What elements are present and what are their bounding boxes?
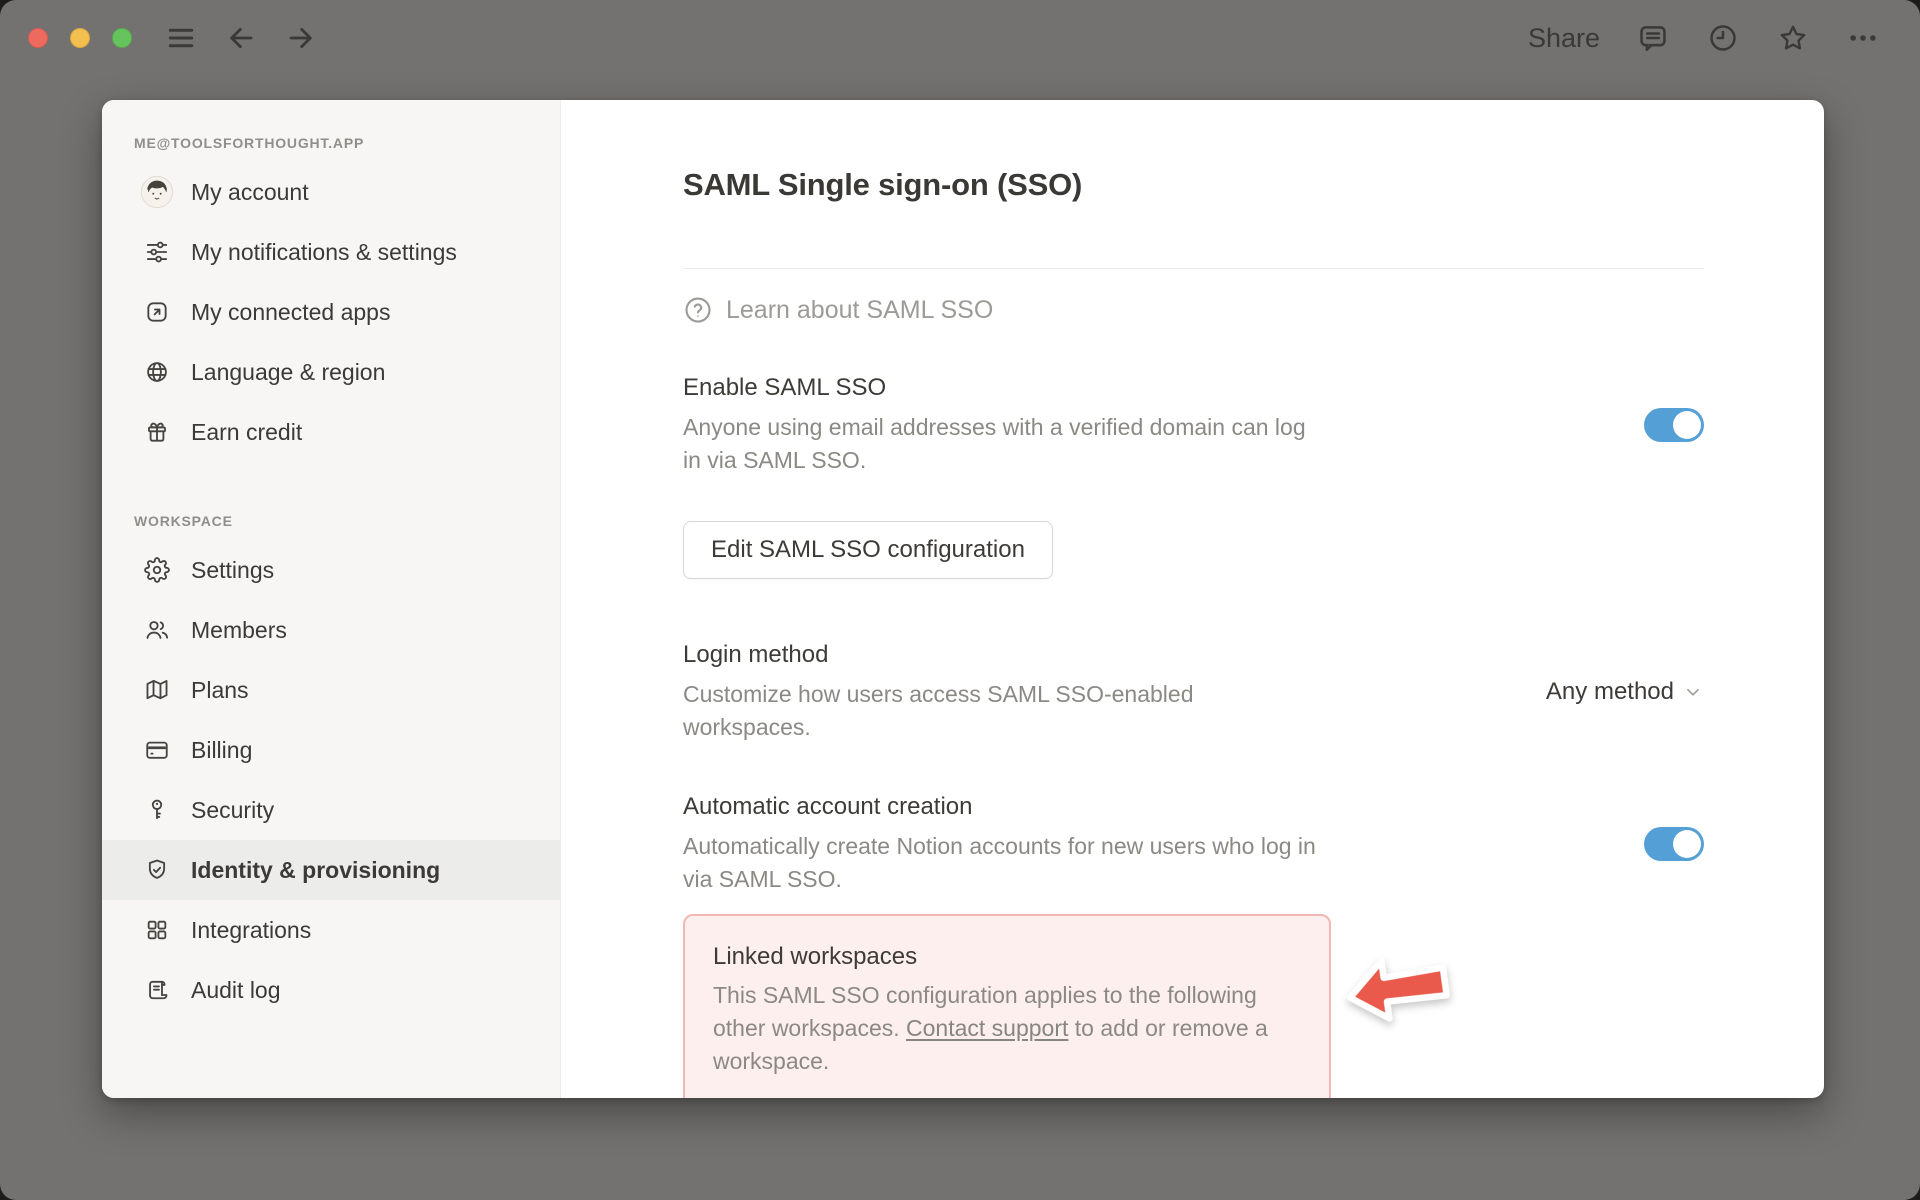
sidebar-item-language-region[interactable]: Language & region	[102, 342, 560, 402]
edit-saml-configuration-button[interactable]: Edit SAML SSO configuration	[683, 521, 1053, 579]
setting-description: Automatically create Notion accounts for…	[683, 833, 1316, 892]
close-window-button[interactable]	[28, 28, 48, 48]
favorite-star-icon[interactable]	[1776, 21, 1810, 55]
enable-saml-sso-toggle[interactable]	[1644, 407, 1704, 442]
hamburger-menu-icon[interactable]	[164, 21, 198, 55]
avatar	[140, 175, 174, 209]
sidebar-item-label: Identity & provisioning	[191, 856, 441, 883]
sidebar-item-my-connected-apps[interactable]: My connected apps	[102, 282, 560, 342]
grid-icon	[140, 913, 174, 947]
sidebar-item-security[interactable]: Security	[102, 780, 560, 840]
traffic-lights	[28, 28, 132, 48]
settings-sidebar: ME@TOOLSFORTHOUGHT.APP My account My noti…	[102, 100, 561, 1098]
setting-description: Anyone using email addresses with a veri…	[683, 414, 1306, 473]
sidebar-item-audit-log[interactable]: Audit log	[102, 960, 560, 1020]
sidebar-item-billing[interactable]: Billing	[102, 720, 560, 780]
sidebar-item-earn-credit[interactable]: Earn credit	[102, 402, 560, 462]
toggle-knob	[1673, 829, 1701, 858]
desktop: Share ME@TOOLSFORTHOUGHT.APP My account M…	[0, 0, 1920, 1200]
sidebar-item-label: Security	[191, 796, 275, 823]
minimize-window-button[interactable]	[70, 28, 90, 48]
question-circle-icon	[685, 297, 711, 323]
external-link-icon	[140, 295, 174, 329]
sliders-icon	[140, 235, 174, 269]
members-icon	[140, 613, 174, 647]
sidebar-item-label: My connected apps	[191, 298, 391, 325]
forward-arrow-icon[interactable]	[284, 21, 318, 55]
automatic-account-creation-toggle[interactable]	[1644, 826, 1704, 861]
sidebar-item-identity-provisioning[interactable]: Identity & provisioning	[102, 840, 560, 900]
gift-icon	[140, 415, 174, 449]
contact-support-link[interactable]: Contact support	[906, 1015, 1068, 1041]
sidebar-item-label: Plans	[191, 676, 249, 703]
toggle-knob	[1673, 410, 1701, 439]
share-button[interactable]: Share	[1528, 23, 1600, 54]
automatic-account-creation-setting: Automatic account creation Automatically…	[683, 791, 1704, 896]
setting-title: Linked workspaces	[713, 943, 918, 970]
enable-saml-sso-setting: Enable SAML SSO Anyone using email addre…	[683, 372, 1704, 477]
sidebar-item-label: Integrations	[191, 916, 312, 943]
back-arrow-icon[interactable]	[224, 21, 258, 55]
sidebar-item-my-account[interactable]: My account	[102, 162, 560, 222]
gear-icon	[140, 553, 174, 587]
sidebar-item-members[interactable]: Members	[102, 600, 560, 660]
audit-log-icon	[140, 973, 174, 1007]
globe-icon	[140, 355, 174, 389]
settings-dialog: ME@TOOLSFORTHOUGHT.APP My account My noti…	[102, 100, 1824, 1098]
sidebar-item-label: Audit log	[191, 976, 281, 1003]
more-options-icon[interactable]	[1846, 21, 1880, 55]
workspace-section-label: WORKSPACE	[134, 513, 233, 529]
chevron-down-icon	[1687, 688, 1699, 696]
sidebar-item-label: Earn credit	[191, 418, 303, 445]
shield-check-icon	[140, 853, 174, 887]
login-method-setting: Login method Customize how users access …	[683, 639, 1704, 744]
setting-title: Login method	[683, 641, 829, 668]
setting-title: Enable SAML SSO	[683, 374, 887, 401]
account-section-label: ME@TOOLSFORTHOUGHT.APP	[134, 135, 365, 151]
comments-icon[interactable]	[1636, 21, 1670, 55]
login-method-dropdown[interactable]: Any method	[1546, 678, 1704, 706]
sidebar-item-label: My notifications & settings	[191, 238, 457, 265]
map-icon	[140, 673, 174, 707]
annotation-arrow-icon	[1339, 943, 1456, 1044]
sidebar-item-plans[interactable]: Plans	[102, 660, 560, 720]
setting-title: Automatic account creation	[683, 793, 973, 820]
sidebar-item-label: My account	[191, 178, 309, 205]
sidebar-item-integrations[interactable]: Integrations	[102, 900, 560, 960]
divider	[683, 268, 1704, 269]
credit-card-icon	[140, 733, 174, 767]
key-icon	[140, 793, 174, 827]
learn-about-label: Learn about SAML SSO	[726, 295, 994, 324]
sidebar-item-label: Members	[191, 616, 287, 643]
linked-workspaces-highlight: Linked workspaces This SAML SSO configur…	[683, 914, 1450, 1098]
sidebar-item-label: Language & region	[191, 358, 386, 385]
sidebar-item-my-notifications-settings[interactable]: My notifications & settings	[102, 222, 560, 282]
setting-description: Customize how users access SAML SSO-enab…	[683, 681, 1194, 740]
sidebar-item-label: Settings	[191, 556, 275, 583]
zoom-window-button[interactable]	[112, 28, 132, 48]
window-titlebar: Share	[0, 0, 1920, 76]
page-title: SAML Single sign-on (SSO)	[683, 167, 1083, 202]
sidebar-item-settings[interactable]: Settings	[102, 540, 560, 600]
setting-description: This SAML SSO configuration applies to t…	[713, 979, 1301, 1078]
dropdown-value: Any method	[1545, 677, 1674, 705]
sidebar-item-label: Billing	[191, 736, 253, 763]
settings-content: SAML Single sign-on (SSO) Learn about SA…	[561, 100, 1824, 1098]
updates-clock-icon[interactable]	[1706, 21, 1740, 55]
learn-about-link[interactable]: Learn about SAML SSO	[683, 295, 1704, 325]
